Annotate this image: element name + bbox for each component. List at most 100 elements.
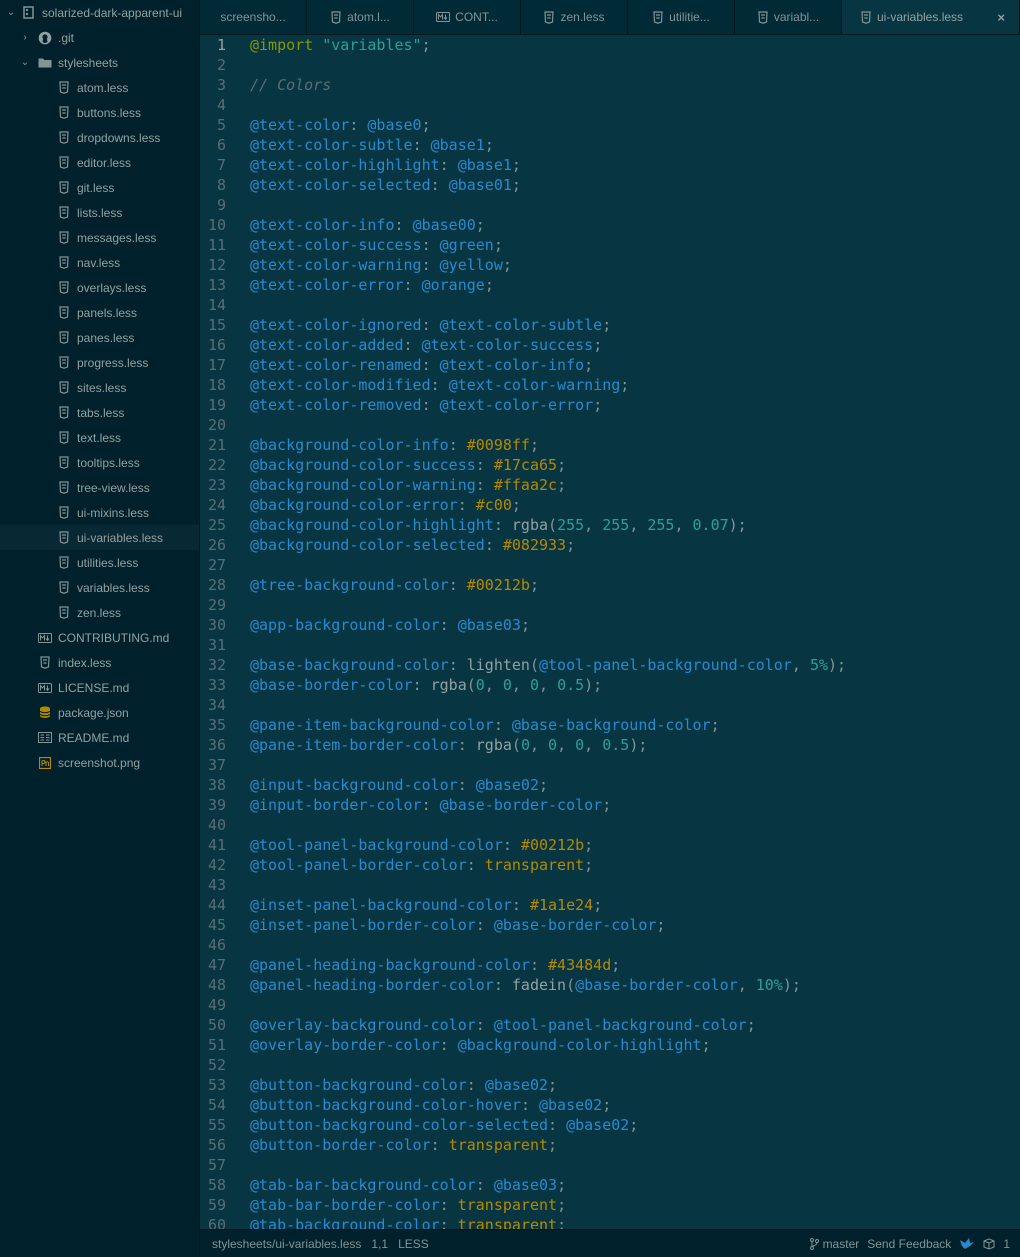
tree-item[interactable]: panels.less [0,300,199,325]
tree-item[interactable]: tooltips.less [0,450,199,475]
code-line[interactable]: @tool-panel-border-color: transparent; [250,855,593,875]
line-number: 29 [207,596,226,614]
tree-item[interactable]: panes.less [0,325,199,350]
tree-item[interactable]: progress.less [0,350,199,375]
code-line[interactable]: @text-color-error: @orange; [250,275,494,295]
code-line[interactable]: @text-color-removed: @text-color-error; [250,395,602,415]
line-number: 49 [207,996,226,1014]
code-line[interactable]: @overlay-border-color: @background-color… [250,1035,711,1055]
code-line[interactable]: @inset-panel-border-color: @base-border-… [250,915,665,935]
tree-item[interactable]: README.md [0,725,199,750]
markdown-icon [38,681,52,695]
code-token: "variables" [322,36,422,54]
code-line[interactable]: @tool-panel-background-color: #00212b; [250,835,593,855]
tree-item[interactable]: ui-variables.less [0,525,199,550]
code-line[interactable]: @background-color-error: #c00; [250,495,521,515]
code-line[interactable]: @tab-background-color: transparent; [250,1215,566,1229]
chevron-right-icon[interactable]: › [20,32,30,43]
tree-item[interactable]: git.less [0,175,199,200]
code-line[interactable]: // Colors [250,75,331,95]
tree-item[interactable]: › .git [0,25,199,50]
text-editor[interactable]: 1 2 3 4 5 6 7 8 9 10 11 12 13 14 15 16 17 18 19 20 21 22 23 24 2… [200,35,1020,1229]
code-line[interactable]: @panel-heading-background-color: #43484d… [250,955,620,975]
code-line[interactable]: @text-color-renamed: @text-color-info; [250,355,593,375]
tree-item[interactable]: utilities.less [0,550,199,575]
close-tab-icon[interactable]: × [997,10,1005,25]
tree-item[interactable]: atom.less [0,75,199,100]
package-icon[interactable] [983,1237,995,1250]
code-line[interactable]: @text-color-modified: @text-color-warnin… [250,375,629,395]
tree-item[interactable]: ⌄ stylesheets [0,50,199,75]
grammar-selector[interactable]: LESS [398,1237,429,1251]
code-lines[interactable]: @import "variables"; // Colors @text-color… [250,35,1020,1229]
tree-item[interactable]: nav.less [0,250,199,275]
tree-item[interactable]: screenshot.png [0,750,199,775]
tree-item[interactable]: buttons.less [0,100,199,125]
chevron-down-icon[interactable]: ⌄ [20,57,30,68]
code-line[interactable]: @background-color-selected: #082933; [250,535,575,555]
code-line[interactable]: @text-color-warning: @yellow; [250,255,512,275]
code-line[interactable]: @text-color-highlight: @base1; [250,155,521,175]
tab[interactable]: atom.l... [307,0,414,34]
code-line[interactable]: @base-border-color: rgba(0, 0, 0, 0.5); [250,675,602,695]
project-root[interactable]: ⌄ solarized-dark-apparent-ui [0,0,199,25]
tab[interactable]: screensho... [200,0,307,34]
code-line[interactable]: @text-color-success: @green; [250,235,503,255]
tree-item[interactable]: tree-view.less [0,475,199,500]
feedback-bird-icon[interactable] [959,1237,975,1250]
code-line[interactable]: @tree-background-color: #00212b; [250,575,539,595]
code-line[interactable]: @inset-panel-background-color: #1a1e24; [250,895,602,915]
tab[interactable]: utilitie... [628,0,735,34]
tree-item[interactable]: zen.less [0,600,199,625]
tree-item[interactable]: dropdowns.less [0,125,199,150]
code-line[interactable]: @tab-bar-border-color: transparent; [250,1195,566,1215]
code-line[interactable]: @background-color-success: #17ca65; [250,455,566,475]
code-line[interactable]: @overlay-background-color: @tool-panel-b… [250,1015,756,1035]
tab[interactable]: zen.less [521,0,628,34]
code-line[interactable]: @button-background-color: @base02; [250,1075,557,1095]
tree-item[interactable]: text.less [0,425,199,450]
tree-item[interactable]: sites.less [0,375,199,400]
code-line[interactable]: @text-color-selected: @base01; [250,175,521,195]
tree-item[interactable]: messages.less [0,225,199,250]
code-line[interactable]: @button-border-color: transparent; [250,1135,557,1155]
tab[interactable]: CONT... [414,0,521,34]
code-line[interactable]: @text-color-info: @base00; [250,215,485,235]
tree-item[interactable]: overlays.less [0,275,199,300]
code-line[interactable]: @text-color-subtle: @base1; [250,135,494,155]
chevron-down-icon[interactable]: ⌄ [6,7,16,18]
code-line[interactable]: @text-color-added: @text-color-success; [250,335,602,355]
git-branch[interactable]: master [809,1237,859,1251]
code-line[interactable]: @text-color: @base0; [250,115,431,135]
tab[interactable]: variabl... [735,0,842,34]
tree-item[interactable]: ui-mixins.less [0,500,199,525]
send-feedback-link[interactable]: Send Feedback [867,1237,951,1251]
code-line[interactable]: @button-background-color-selected: @base… [250,1115,638,1135]
code-line[interactable]: @pane-item-background-color: @base-backg… [250,715,720,735]
code-token: ); [782,976,801,994]
code-line[interactable]: @base-background-color: lighten(@tool-pa… [250,655,846,675]
code-line[interactable]: @input-background-color: @base02; [250,775,548,795]
code-line[interactable]: @button-background-color-hover: @base02; [250,1095,611,1115]
tab[interactable]: ui-variables.less × [842,0,1020,34]
cursor-position[interactable]: 1,1 [371,1237,388,1251]
tree-item[interactable]: LICENSE.md [0,675,199,700]
tree-item[interactable]: package.json [0,700,199,725]
code-line[interactable]: @background-color-info: #0098ff; [250,435,539,455]
code-line[interactable]: @background-color-warning: #ffaa2c; [250,475,566,495]
file-path[interactable]: stylesheets/ui-variables.less [212,1237,361,1251]
code-line[interactable]: @text-color-ignored: @text-color-subtle; [250,315,611,335]
tree-item[interactable]: variables.less [0,575,199,600]
tree-item[interactable]: index.less [0,650,199,675]
code-line[interactable]: @pane-item-border-color: rgba(0, 0, 0, 0… [250,735,647,755]
tree-item[interactable]: lists.less [0,200,199,225]
code-line[interactable]: @app-background-color: @base03; [250,615,530,635]
code-line[interactable]: @input-border-color: @base-border-color; [250,795,611,815]
code-line[interactable]: @import "variables"; [250,35,431,55]
code-line[interactable]: @tab-bar-background-color: @base03; [250,1175,566,1195]
tree-item[interactable]: CONTRIBUTING.md [0,625,199,650]
code-line[interactable]: @panel-heading-border-color: fadein(@bas… [250,975,801,995]
code-line[interactable]: @background-color-highlight: rgba(255, 2… [250,515,747,535]
tree-item[interactable]: tabs.less [0,400,199,425]
tree-item[interactable]: editor.less [0,150,199,175]
